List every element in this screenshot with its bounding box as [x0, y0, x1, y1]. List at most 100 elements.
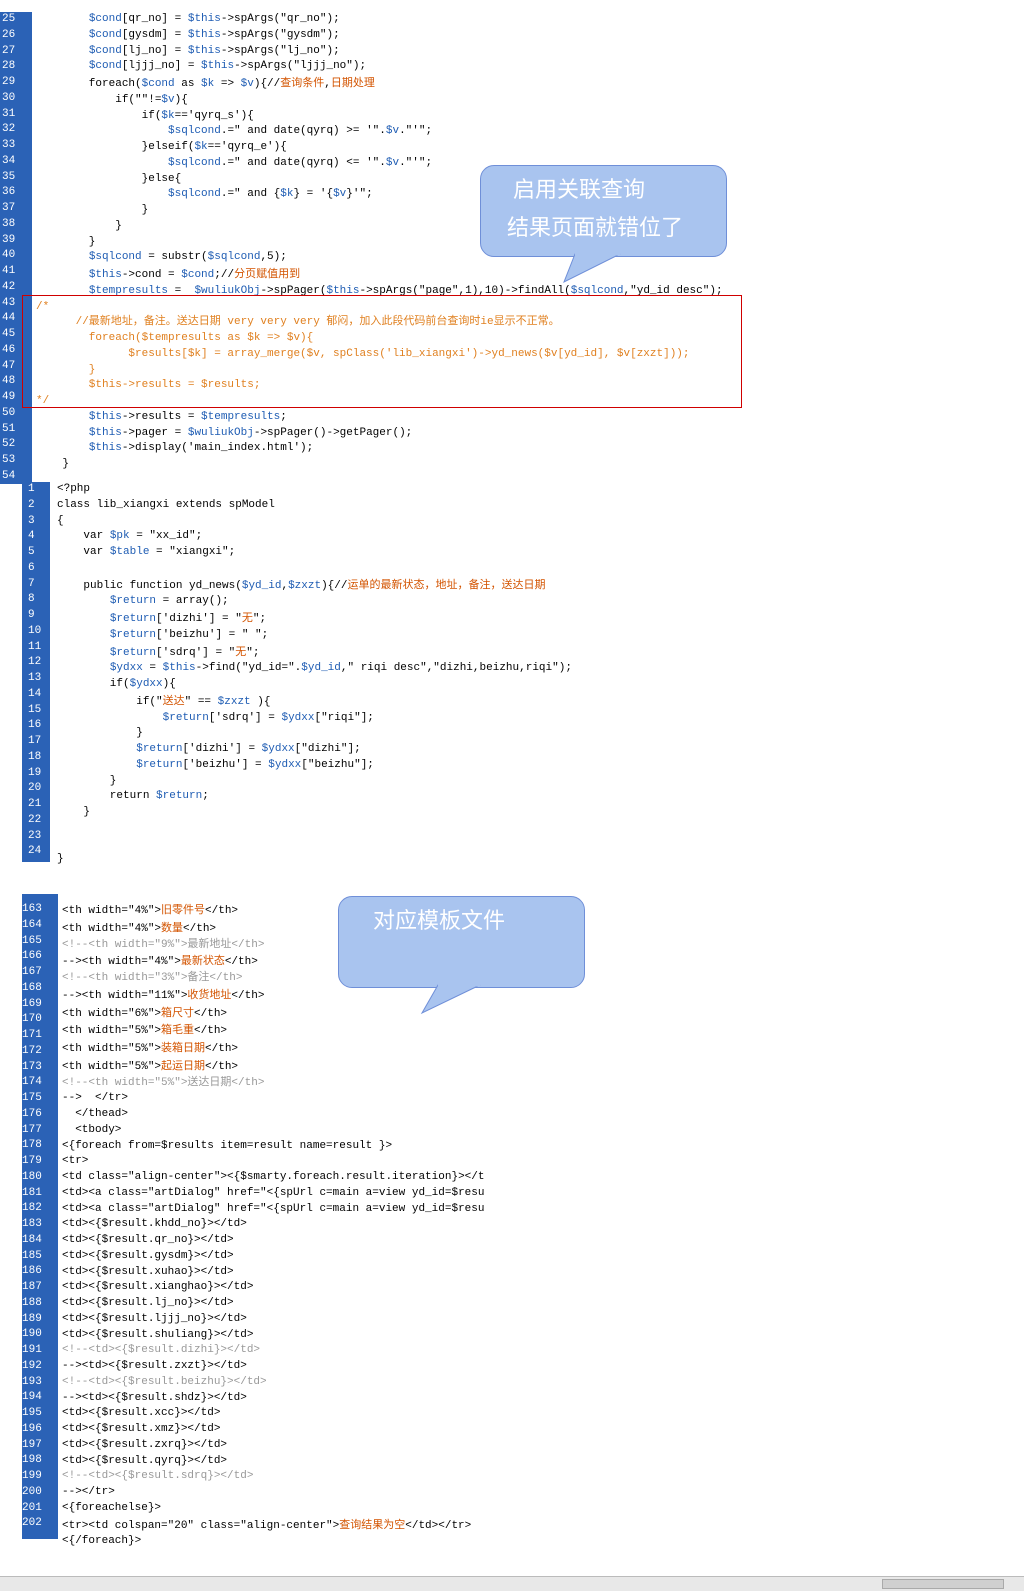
code-line: if($ydxx){ [57, 678, 176, 690]
line-number: 13 [28, 672, 42, 684]
commented-code-highlight [22, 295, 742, 408]
line-number: 18 [28, 750, 42, 763]
line-number: 177 [22, 1123, 42, 1136]
code-line: --><td><{$result.zxzt}></td> [62, 1360, 247, 1372]
line-number: 200 [22, 1485, 42, 1498]
scrollbar-thumb[interactable] [882, 1579, 1004, 1589]
line-number: 175 [22, 1092, 42, 1104]
line-number: 184 [22, 1233, 42, 1246]
code-line: return $return; [57, 790, 209, 803]
bubble-line-1: 对应模板文件 [373, 909, 506, 934]
code-line: } [36, 458, 70, 470]
code-line: <{/foreach}> [62, 1535, 142, 1548]
code-line: <th width="5%">起运日期</th> [62, 1058, 239, 1073]
code-line: <td><{$result.xuhao}></td> [62, 1265, 234, 1278]
line-number: 42 [2, 280, 16, 293]
line-number: 166 [22, 950, 42, 963]
line-number: 185 [22, 1249, 42, 1262]
line-number: 35 [2, 170, 16, 183]
line-number: 53 [2, 454, 16, 466]
bubble-tail-icon [420, 983, 481, 1015]
line-number: 191 [22, 1344, 42, 1356]
code-line: <td class="align-center"><{$smarty.forea… [62, 1171, 485, 1183]
code-text[interactable]: <?php class lib_xiangxi extends spModel{ … [57, 482, 572, 868]
code-line: <!--<th width="5%">送达日期</th> [62, 1076, 265, 1089]
code-line: } [57, 727, 143, 740]
code-line: <td><{$result.qyrq}></td> [62, 1454, 228, 1467]
code-line: $return['dizhi'] = $ydxx["dizhi"]; [136, 743, 361, 755]
code-line: $sqlcond.=" and date(qyrq) >= '".$v."'"; [168, 125, 433, 138]
line-number: 20 [28, 782, 42, 795]
code-line: $return['dizhi'] = "无"; [109, 611, 267, 625]
code-line: $cond[lj_no] = $this->spArgs("lj_no"); [88, 44, 340, 57]
line-number: 26 [2, 28, 16, 41]
line-number: 44 [2, 312, 16, 325]
code-panel-template: 163 164 165 166 167 168 169 170 171 172 173 174 175 1… [22, 894, 1024, 1547]
line-number: 164 [22, 918, 42, 931]
line-number: 45 [2, 328, 16, 340]
code-line: public function yd_news($yd_id,$zxzt){//… [57, 577, 546, 592]
code-line: --></tr> [62, 1486, 115, 1498]
code-line: <td><{$result.zxrq}></td> [62, 1438, 228, 1451]
line-number: 39 [2, 233, 16, 246]
line-number: 180 [22, 1170, 42, 1183]
line-number: 202 [22, 1517, 42, 1530]
line-number: 6 [28, 561, 35, 574]
line-number: 52 [2, 438, 16, 451]
line-number: 192 [22, 1359, 42, 1372]
line-number: 30 [2, 91, 16, 104]
code-line: foreach($cond as $k => $v){//查询条件,日期处理 [36, 76, 375, 90]
line-number: 49 [2, 391, 16, 403]
line-number: 171 [22, 1029, 42, 1041]
line-number: 190 [22, 1328, 42, 1341]
line-number: 186 [22, 1265, 42, 1278]
line-number: 199 [22, 1470, 42, 1482]
line-number: 15 [28, 703, 42, 716]
code-line: var $pk = "xx_id"; [57, 530, 203, 543]
code-line: <td><{$result.ljjj_no}></td> [62, 1312, 247, 1325]
code-line: <td><a class="artDialog" href="<{spUrl c… [62, 1186, 485, 1199]
code-line: $return = array(); [109, 595, 229, 608]
code-line: <{foreach from=$results item=result name… [62, 1139, 393, 1152]
line-number: 23 [28, 829, 42, 842]
line-number: 41 [2, 265, 16, 277]
code-line: --> </tr> [62, 1092, 129, 1105]
line-number: 195 [22, 1407, 42, 1419]
code-line: class lib_xiangxi extends spModel [57, 498, 275, 511]
code-line: $cond[ljjj_no] = $this->spArgs("ljjj_no"… [88, 60, 367, 73]
code-line: } [57, 853, 64, 866]
code-line: $this->results = $tempresults; [88, 410, 287, 423]
code-line: { [57, 514, 64, 527]
code-line: <td><{$result.shuliang}></td> [62, 1328, 254, 1341]
bubble-tail-icon [563, 252, 621, 284]
code-line: if(""!=$v){ [36, 93, 188, 106]
line-number: 189 [22, 1312, 42, 1325]
line-number: 46 [2, 343, 16, 356]
code-line: <tbody> [62, 1123, 122, 1136]
line-number: 51 [2, 422, 16, 435]
code-line: } [57, 774, 117, 787]
line-number: 193 [22, 1375, 42, 1388]
code-line: $return['beizhu'] = " "; [109, 628, 269, 641]
code-panel-model: 1 2 3 4 5 6 7 8 9 10 11 12 13 14 15 16 17 18 19 20 21 22 23 24 … [22, 482, 1024, 865]
line-numbers: 25 26 27 28 29 30 31 32 33 34 35 36 37 38 39 40 41 42 43 44… [2, 12, 15, 485]
line-number: 169 [22, 997, 42, 1010]
code-line: var $table = "xiangxi"; [57, 546, 236, 558]
code-line: <{foreachelse}> [62, 1501, 162, 1514]
code-line: $return['sdrq'] = $ydxx["riqi"]; [162, 711, 374, 724]
code-line: <tr><td colspan="20" class="align-center… [62, 1517, 472, 1532]
line-number: 47 [2, 359, 16, 372]
code-line: } [57, 806, 91, 818]
line-number: 25 [2, 13, 16, 25]
code-line: $cond[gysdm] = $this->spArgs("gysdm"); [88, 28, 340, 41]
line-number: 10 [28, 624, 42, 637]
line-number: 17 [28, 735, 42, 747]
code-line: <th width="5%">箱毛重</th> [62, 1023, 228, 1038]
code-line: <?php [57, 483, 91, 495]
line-number: 179 [22, 1155, 42, 1167]
line-number: 29 [2, 76, 16, 88]
line-numbers: 163 164 165 166 167 168 169 170 171 172 173 174 175 1… [22, 902, 42, 1532]
code-line: $this->pager = $wuliukObj->spPager()->ge… [88, 426, 413, 439]
